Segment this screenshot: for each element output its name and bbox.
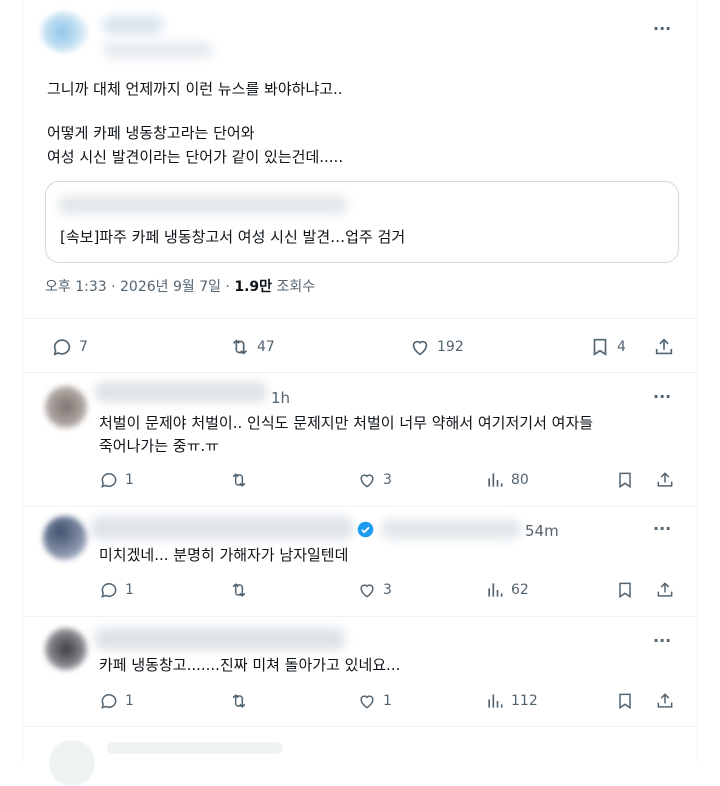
bookmark-icon: [593, 338, 607, 356]
views-icon: [488, 583, 503, 597]
repost-icon: [232, 583, 246, 597]
reply-count: 1: [125, 472, 134, 488]
share-button[interactable]: [655, 580, 675, 600]
divider: [23, 726, 697, 727]
like-button[interactable]: 192: [409, 336, 464, 358]
like-count: 192: [437, 339, 464, 355]
reply-button[interactable]: 1: [99, 470, 134, 490]
reply-avatar[interactable]: [45, 628, 87, 670]
divider: [23, 372, 697, 373]
post-text-line-3: 여성 시신 발견이라는 단어가 같이 있는건데.....: [47, 148, 344, 166]
repost-button[interactable]: 47: [229, 336, 275, 358]
bookmark-button[interactable]: [615, 691, 635, 711]
repost-button[interactable]: [229, 580, 249, 600]
timeline-column: ··· 그니까 대체 언제까지 이런 뉴스를 봐야하냐고.. 어떻게 카페 냉동…: [22, 0, 698, 786]
views-button[interactable]: 62: [485, 580, 529, 600]
share-icon: [657, 472, 673, 487]
like-icon: [360, 695, 374, 709]
like-button[interactable]: 3: [357, 470, 392, 490]
bookmark-button[interactable]: [615, 580, 635, 600]
reply-count: 1: [125, 693, 134, 709]
views-icon: [488, 473, 503, 487]
like-button[interactable]: 1: [357, 691, 392, 711]
bookmark-icon: [619, 693, 631, 710]
author-handle-redacted[interactable]: [103, 42, 213, 58]
views-count: 1.9만: [234, 279, 273, 295]
reply-icon: [101, 583, 117, 598]
skeleton-line: [107, 742, 283, 754]
divider: [23, 318, 697, 319]
views-button[interactable]: 112: [485, 691, 538, 711]
bookmark-button[interactable]: 4: [589, 336, 626, 358]
reply-icon: [53, 339, 71, 356]
reply-button[interactable]: 7: [51, 336, 88, 358]
reply-more-button[interactable]: ···: [653, 389, 671, 405]
reply-text-line-2: 죽어나가는 중ㅠ.ㅠ: [99, 437, 219, 455]
post-timestamp[interactable]: 오후 1:33 · 2026년 9월 7일 ·: [45, 279, 230, 295]
post-more-button[interactable]: ···: [653, 21, 671, 37]
repost-icon: [232, 339, 248, 355]
quote-headline: [속보]파주 카페 냉동창고서 여성 시신 발견…업주 검거: [60, 228, 406, 246]
reply-count: 1: [125, 582, 134, 598]
reply-icon: [101, 694, 117, 709]
share-icon: [657, 693, 673, 708]
reply-author-redacted[interactable]: [95, 628, 345, 650]
views-count: 112: [511, 693, 538, 709]
like-count: 3: [383, 472, 392, 488]
reply-text-line-1: 카페 냉동창고.......진짜 미쳐 돌아가고 있네요...: [99, 656, 401, 674]
views-button[interactable]: 80: [485, 470, 529, 490]
author-name-redacted[interactable]: [103, 16, 163, 34]
repost-icon: [232, 473, 246, 487]
quote-author-redacted: [58, 196, 348, 214]
reply-more-button[interactable]: ···: [653, 633, 671, 649]
reply-text-line-1: 미치겠네... 분명히 가해자가 남자일텐데: [99, 546, 349, 564]
views-count: 62: [511, 582, 529, 598]
skeleton-avatar: [49, 740, 95, 786]
views-label: 조회수: [276, 279, 316, 295]
like-icon: [412, 340, 428, 356]
reply-button[interactable]: 1: [99, 691, 134, 711]
views-icon: [488, 694, 503, 708]
share-icon: [657, 582, 673, 597]
repost-icon: [232, 694, 246, 708]
share-button[interactable]: [655, 691, 675, 711]
share-button[interactable]: [653, 336, 675, 358]
like-icon: [360, 474, 374, 488]
bookmark-icon: [619, 582, 631, 599]
reply-author-redacted[interactable]: [91, 517, 353, 539]
views-count: 80: [511, 472, 529, 488]
reply-handle-redacted[interactable]: [381, 519, 521, 539]
repost-count: 47: [257, 339, 275, 355]
reply-avatar[interactable]: [45, 386, 87, 428]
reply-icon: [101, 473, 117, 488]
bookmark-count: 4: [617, 339, 626, 355]
like-count: 3: [383, 582, 392, 598]
divider: [23, 506, 697, 507]
share-icon: [655, 338, 673, 355]
reply-avatar[interactable]: [43, 516, 87, 560]
like-button[interactable]: 3: [357, 580, 392, 600]
author-avatar[interactable]: [41, 12, 87, 52]
bookmark-button[interactable]: [615, 470, 635, 490]
reply-time[interactable]: 1h: [271, 388, 290, 408]
repost-button[interactable]: [229, 691, 249, 711]
reply-text-line-1: 처벌이 문제야 처벌이.. 인식도 문제지만 처벌이 너무 약해서 여기저기서 …: [99, 414, 594, 432]
divider: [23, 616, 697, 617]
repost-button[interactable]: [229, 470, 249, 490]
like-icon: [360, 584, 374, 598]
like-count: 1: [383, 693, 392, 709]
share-button[interactable]: [655, 470, 675, 490]
reply-more-button[interactable]: ···: [653, 521, 671, 537]
verified-badge-icon: [357, 521, 374, 538]
reply-author-redacted[interactable]: [95, 382, 267, 402]
reply-button[interactable]: 1: [99, 580, 134, 600]
quote-card[interactable]: [속보]파주 카페 냉동창고서 여성 시신 발견…업주 검거: [45, 181, 679, 263]
post-text-line-2: 어떻게 카페 냉동창고라는 단어와: [47, 124, 255, 142]
bookmark-icon: [619, 472, 631, 489]
post-meta: 오후 1:33 · 2026년 9월 7일 · 1.9만 조회수: [45, 277, 315, 297]
reply-time[interactable]: 54m: [525, 521, 559, 541]
reply-count: 7: [79, 339, 88, 355]
post-text-line-1: 그니까 대체 언제까지 이런 뉴스를 봐야하냐고..: [47, 80, 343, 98]
